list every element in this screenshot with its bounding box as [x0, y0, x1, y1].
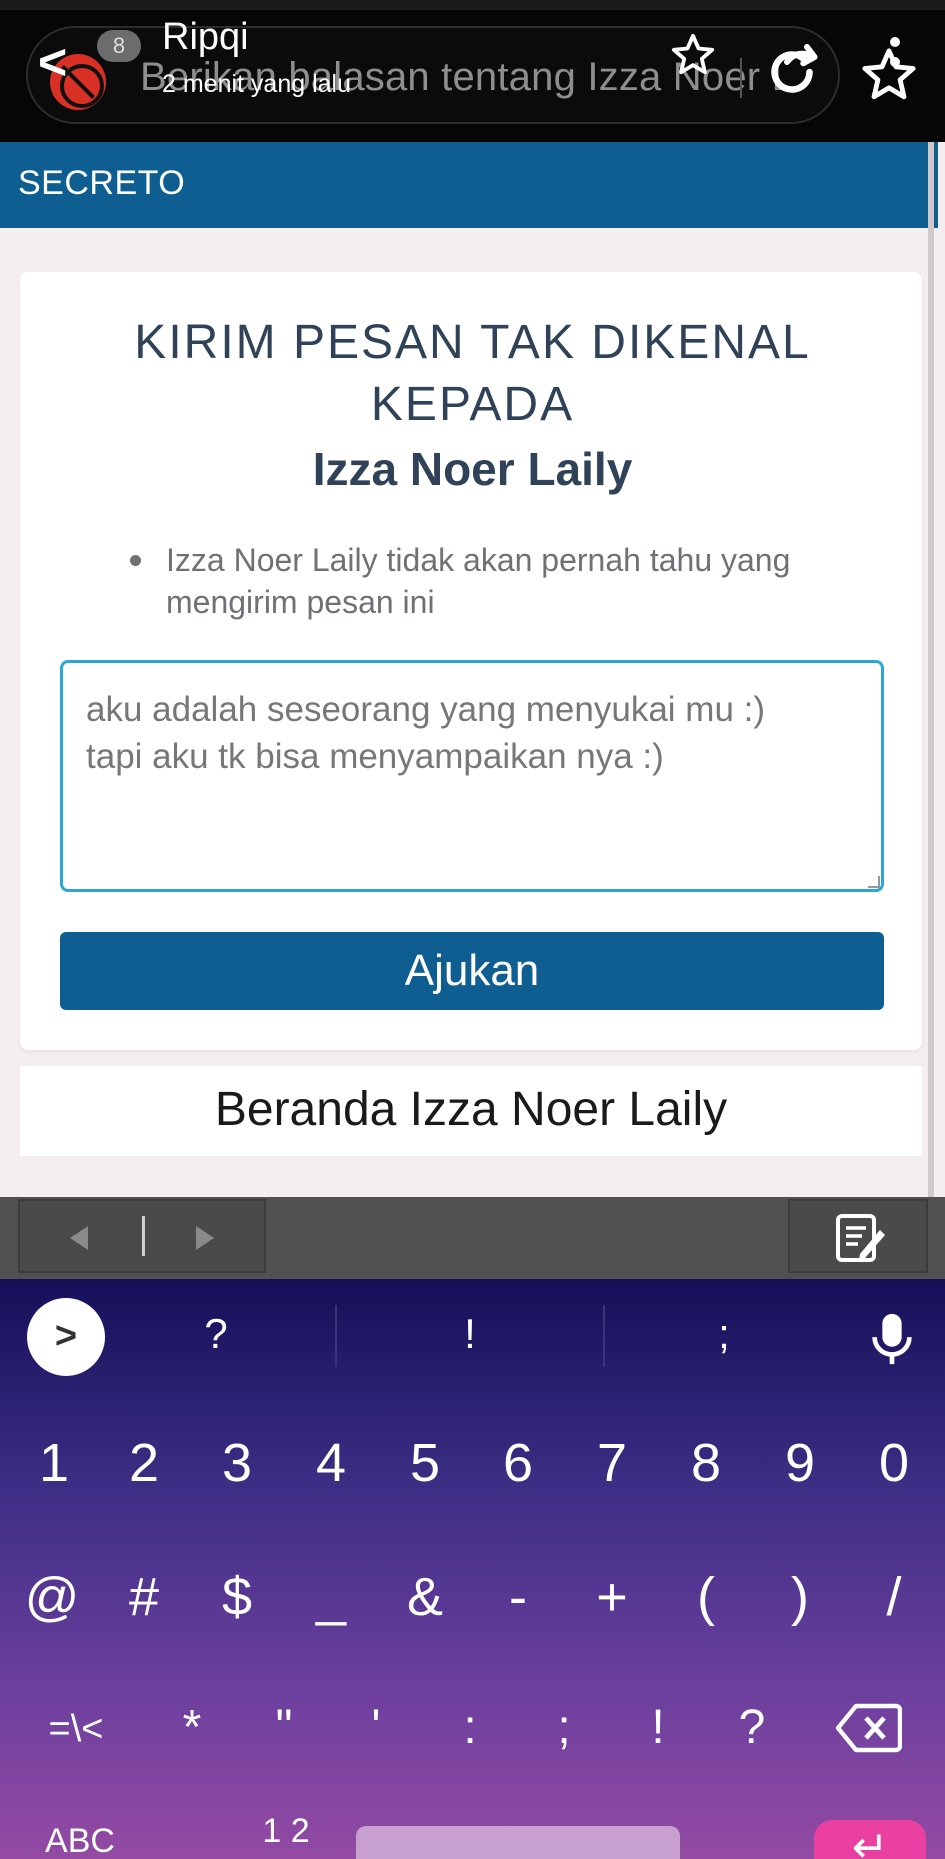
cursor-right-icon[interactable] [196, 1226, 214, 1250]
key-hash[interactable]: # [104, 1566, 184, 1628]
recipient-name: Izza Noer Laily [312, 443, 633, 495]
key-asterisk[interactable]: * [152, 1700, 232, 1755]
key-numeric[interactable]: 1 2 [236, 1812, 336, 1851]
key-4[interactable]: 4 [291, 1432, 371, 1494]
back-icon[interactable]: < [38, 34, 98, 90]
enter-icon: ↵ [851, 1823, 889, 1859]
key-minus[interactable]: - [478, 1566, 558, 1628]
key-question[interactable]: ? [712, 1700, 792, 1755]
page-title: KIRIM PESAN TAK DIKENAL KEPADA [0, 312, 945, 436]
chevron-right-icon: > [54, 1315, 78, 1357]
key-9[interactable]: 9 [760, 1432, 840, 1494]
message-text[interactable]: aku adalah seseorang yang menyukai mu :)… [86, 686, 866, 780]
key-1[interactable]: 1 [14, 1432, 94, 1494]
suggestion-2[interactable]: ! [410, 1310, 530, 1358]
key-paren-close[interactable]: ) [760, 1566, 840, 1628]
key-8[interactable]: 8 [666, 1432, 746, 1494]
key-underscore[interactable]: _ [291, 1566, 371, 1628]
resize-handle[interactable] [868, 876, 880, 888]
key-abc[interactable]: ABC [20, 1822, 140, 1859]
key-2[interactable]: 2 [104, 1432, 184, 1494]
suggestion-1[interactable]: ? [156, 1310, 276, 1358]
story-timestamp: 2 menit yang lalu [162, 70, 352, 98]
site-navbar: SECRETO [0, 142, 938, 228]
status-strip [0, 0, 945, 10]
reload-icon[interactable] [762, 42, 822, 102]
key-ampersand[interactable]: & [385, 1566, 465, 1628]
key-single-quote[interactable]: ' [336, 1700, 416, 1755]
page-scrollbar[interactable] [928, 142, 934, 1197]
web-page: SECRETO KIRIM PESAN TAK DIKENAL KEPADA I… [0, 142, 945, 1197]
page-title-line2: KEPADA [370, 378, 575, 431]
home-link[interactable]: Beranda Izza Noer Laily [20, 1066, 922, 1156]
cursor-caret-icon [142, 1216, 145, 1256]
enter-key[interactable]: ↵ [814, 1820, 926, 1859]
story-count-badge: 8 [97, 30, 141, 62]
key-dollar[interactable]: $ [197, 1566, 277, 1628]
suggestion-expand-button[interactable]: > [27, 1298, 105, 1376]
anonymity-note-line2: mengirim pesan ini [166, 584, 435, 620]
space-bar[interactable] [356, 1826, 680, 1859]
key-0[interactable]: 0 [854, 1432, 934, 1494]
key-at[interactable]: @ [12, 1566, 92, 1628]
key-plus[interactable]: + [572, 1566, 652, 1628]
more-vertical-icon[interactable] [888, 34, 902, 94]
cursor-left-icon[interactable] [70, 1226, 88, 1250]
key-slash[interactable]: / [854, 1566, 934, 1628]
bullet-dot [130, 555, 141, 566]
submit-button[interactable]: Ajukan [60, 932, 884, 1010]
key-7[interactable]: 7 [572, 1432, 652, 1494]
key-colon[interactable]: : [430, 1700, 510, 1755]
clipboard-edit-icon[interactable] [832, 1210, 888, 1266]
suggestion-3[interactable]: ; [664, 1310, 784, 1358]
url-divider [740, 58, 742, 98]
site-brand[interactable]: SECRETO [18, 164, 185, 203]
suggestion-divider [335, 1305, 337, 1367]
page-title-line1: KIRIM PESAN TAK DIKENAL [134, 316, 811, 369]
anonymity-note-line1: Izza Noer Laily tidak akan pernah tahu y… [166, 542, 791, 578]
suggestion-divider [603, 1305, 605, 1367]
key-double-quote[interactable]: " [244, 1700, 324, 1755]
key-semicolon[interactable]: ; [524, 1700, 604, 1755]
anonymity-note: Izza Noer Laily tidak akan pernah tahu y… [166, 539, 846, 623]
backspace-icon[interactable] [836, 1702, 902, 1754]
key-more-symbols[interactable]: =\< [28, 1708, 124, 1751]
message-text-line2: tapi aku tk bisa menyampaikan nya :) [86, 737, 664, 776]
key-5[interactable]: 5 [385, 1432, 465, 1494]
key-exclamation[interactable]: ! [618, 1700, 698, 1755]
key-3[interactable]: 3 [197, 1432, 277, 1494]
star-icon[interactable] [670, 32, 716, 78]
key-6[interactable]: 6 [478, 1432, 558, 1494]
message-text-line1: aku adalah seseorang yang menyukai mu :) [86, 690, 766, 729]
key-paren-open[interactable]: ( [666, 1566, 746, 1628]
microphone-icon[interactable] [868, 1310, 916, 1368]
story-user-name[interactable]: Ripqi [162, 16, 249, 59]
